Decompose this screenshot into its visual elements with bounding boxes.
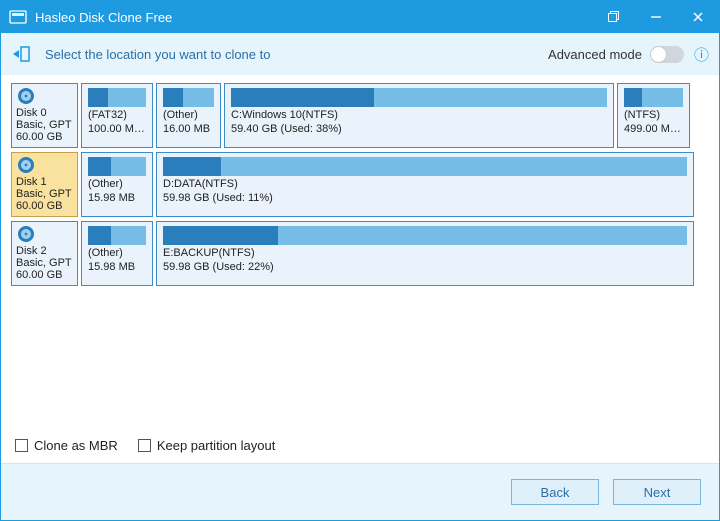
- partition-size: 499.00 MB ...: [624, 123, 683, 135]
- disk-header-disk2[interactable]: Disk 2Basic, GPT60.00 GB: [11, 221, 78, 286]
- disk-name: Disk 0: [16, 107, 73, 119]
- options-bar: Clone as MBR Keep partition layout: [1, 428, 719, 464]
- disk-name: Disk 2: [16, 245, 73, 257]
- partition-size: 16.00 MB: [163, 123, 214, 135]
- checkbox-icon: [15, 439, 28, 452]
- hard-disk-icon: [16, 224, 36, 244]
- next-button[interactable]: Next: [613, 479, 701, 505]
- close-button[interactable]: [677, 1, 719, 33]
- partition-cell[interactable]: (NTFS) 499.00 MB ...: [617, 83, 690, 148]
- partition-label: E:BACKUP(NTFS): [163, 247, 687, 259]
- disk-size: 60.00 GB: [16, 269, 73, 281]
- subheader: Select the location you want to clone to…: [1, 33, 719, 75]
- advanced-mode-label: Advanced mode: [548, 47, 642, 62]
- partition-label: (Other): [88, 247, 146, 259]
- restore-button[interactable]: [593, 1, 635, 33]
- partition-cell[interactable]: (FAT32) 100.00 MB ...: [81, 83, 153, 148]
- app-icon: [9, 8, 27, 26]
- clone-target-icon: [11, 44, 31, 64]
- usage-bar: [231, 88, 607, 107]
- usage-bar: [88, 226, 146, 245]
- partition-size: 59.40 GB (Used: 38%): [231, 123, 607, 135]
- partition-label: C:Windows 10(NTFS): [231, 109, 607, 121]
- subheader-text: Select the location you want to clone to: [45, 47, 270, 62]
- disk-row[interactable]: Disk 0Basic, GPT60.00 GB (FAT32) 100.00 MB…: [11, 83, 709, 148]
- partition-size: 59.98 GB (Used: 11%): [163, 192, 687, 204]
- partition-cell[interactable]: D:DATA(NTFS) 59.98 GB (Used: 11%): [156, 152, 694, 217]
- hard-disk-icon: [16, 86, 36, 106]
- usage-bar: [88, 157, 146, 176]
- usage-bar: [163, 88, 214, 107]
- partition-label: (Other): [163, 109, 214, 121]
- keep-layout-checkbox[interactable]: Keep partition layout: [138, 438, 276, 453]
- usage-bar: [88, 88, 146, 107]
- partition-cell[interactable]: (Other) 16.00 MB: [156, 83, 221, 148]
- advanced-mode-toggle[interactable]: [650, 46, 684, 63]
- partition-label: D:DATA(NTFS): [163, 178, 687, 190]
- usage-bar: [624, 88, 683, 107]
- disk-header-disk0[interactable]: Disk 0Basic, GPT60.00 GB: [11, 83, 78, 148]
- disk-type: Basic, GPT: [16, 188, 73, 200]
- minimize-button[interactable]: [635, 1, 677, 33]
- partition-size: 100.00 MB ...: [88, 123, 146, 135]
- keep-layout-label: Keep partition layout: [157, 438, 276, 453]
- partition-size: 59.98 GB (Used: 22%): [163, 261, 687, 273]
- clone-as-mbr-label: Clone as MBR: [34, 438, 118, 453]
- partition-size: 15.98 MB: [88, 192, 146, 204]
- titlebar: Hasleo Disk Clone Free: [1, 1, 719, 33]
- disk-list: Disk 0Basic, GPT60.00 GB(FAT32)100.00 MB…: [1, 75, 719, 294]
- disk-type: Basic, GPT: [16, 257, 73, 269]
- app-title: Hasleo Disk Clone Free: [35, 10, 172, 25]
- hard-disk-icon: [16, 155, 36, 175]
- disk-row[interactable]: Disk 1Basic, GPT60.00 GB (Other) 15.98 MB D…: [11, 152, 709, 217]
- partition-cell[interactable]: C:Windows 10(NTFS) 59.40 GB (Used: 38%): [224, 83, 614, 148]
- disk-row[interactable]: Disk 2Basic, GPT60.00 GB (Other) 15.98 MB E…: [11, 221, 709, 286]
- disk-header-disk1[interactable]: Disk 1Basic, GPT60.00 GB: [11, 152, 78, 217]
- partition-label: (NTFS): [624, 109, 683, 121]
- usage-bar: [163, 157, 687, 176]
- disk-name: Disk 1: [16, 176, 73, 188]
- back-button[interactable]: Back: [511, 479, 599, 505]
- footer: Back Next: [1, 464, 719, 520]
- partition-cell[interactable]: (Other) 15.98 MB: [81, 152, 153, 217]
- disk-size: 60.00 GB: [16, 131, 73, 143]
- checkbox-icon: [138, 439, 151, 452]
- partition-cell[interactable]: (Other) 15.98 MB: [81, 221, 153, 286]
- usage-bar: [163, 226, 687, 245]
- partition-size: 15.98 MB: [88, 261, 146, 273]
- partition-cell[interactable]: E:BACKUP(NTFS) 59.98 GB (Used: 22%): [156, 221, 694, 286]
- partition-label: (Other): [88, 178, 146, 190]
- disk-size: 60.00 GB: [16, 200, 73, 212]
- disk-type: Basic, GPT: [16, 119, 73, 131]
- clone-as-mbr-checkbox[interactable]: Clone as MBR: [15, 438, 118, 453]
- info-icon[interactable]: ⓘ: [694, 44, 709, 65]
- partition-label: (FAT32): [88, 109, 146, 121]
